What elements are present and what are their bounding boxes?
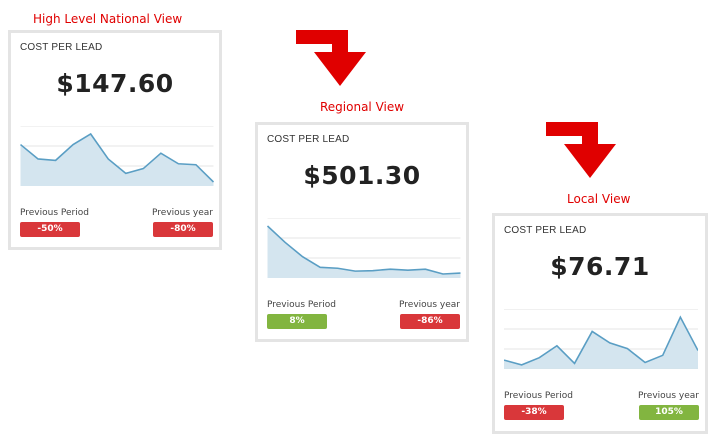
metric-label: COST PER LEAD xyxy=(504,225,587,236)
previous-year-label: Previous year xyxy=(152,208,213,218)
local-metric-card[interactable]: COST PER LEAD $76.71 Previous Period Pre… xyxy=(492,213,708,434)
previous-year-label: Previous year xyxy=(399,300,460,310)
previous-year-badge: 105% xyxy=(639,405,699,420)
regional-metric-card[interactable]: COST PER LEAD $501.30 Previous Period Pr… xyxy=(255,122,469,342)
previous-period-label: Previous Period xyxy=(267,300,336,310)
sparkline-chart xyxy=(504,309,698,369)
previous-year-badge: -80% xyxy=(153,222,213,237)
national-metric-card[interactable]: COST PER LEAD $147.60 Previous Period Pr… xyxy=(8,30,222,250)
metric-value: $501.30 xyxy=(303,161,421,190)
previous-period-badge: -38% xyxy=(504,405,564,420)
previous-period-badge: 8% xyxy=(267,314,327,329)
regional-view-title: Regional View xyxy=(320,100,405,114)
local-view-title: Local View xyxy=(567,192,631,206)
metric-value: $147.60 xyxy=(56,69,174,98)
down-right-arrow-icon xyxy=(296,30,366,86)
national-view-title: High Level National View xyxy=(33,12,183,26)
metric-value: $76.71 xyxy=(550,252,650,281)
sparkline-chart xyxy=(267,218,461,278)
metric-label: COST PER LEAD xyxy=(267,134,350,145)
previous-year-badge: -86% xyxy=(400,314,460,329)
previous-period-label: Previous Period xyxy=(20,208,89,218)
previous-period-label: Previous Period xyxy=(504,391,573,401)
sparkline-chart xyxy=(20,126,214,186)
previous-period-badge: -50% xyxy=(20,222,80,237)
down-right-arrow-icon xyxy=(546,122,616,178)
previous-year-label: Previous year xyxy=(638,391,699,401)
metric-label: COST PER LEAD xyxy=(20,42,103,53)
